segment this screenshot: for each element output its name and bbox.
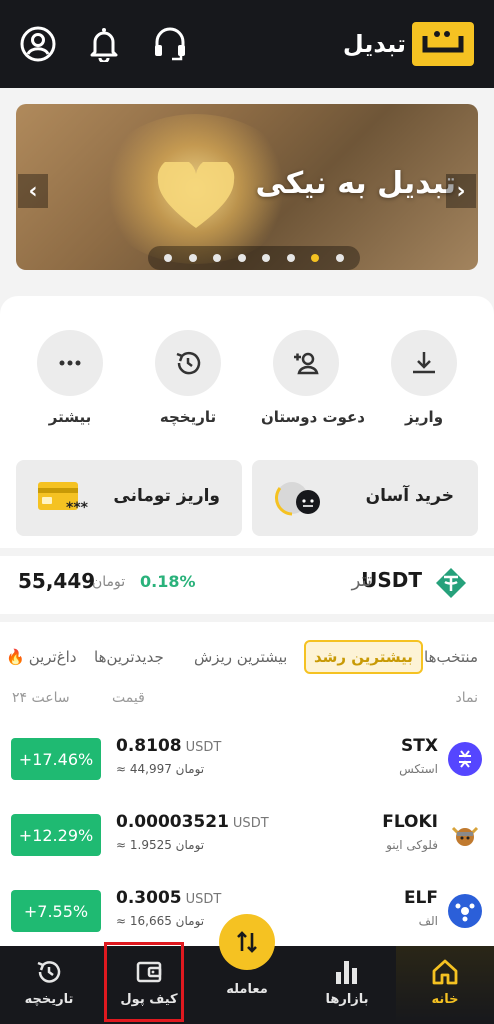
- floki-icon: [448, 818, 482, 852]
- market-price: 0.00003521 USDT: [116, 812, 269, 832]
- quick-action-label: بیشتر: [48, 408, 92, 426]
- market-name: استکس: [399, 762, 438, 776]
- nav-markets-label: بازارها: [325, 992, 369, 1007]
- quick-action-deposit[interactable]: واریز: [379, 330, 469, 426]
- logo-text: تبدیل: [342, 30, 406, 58]
- toman-deposit-label: واریز تومانی: [113, 486, 220, 506]
- quick-action-more[interactable]: بیشتر: [25, 330, 115, 426]
- market-name: الف: [418, 914, 438, 928]
- pagination-dot[interactable]: [164, 254, 173, 262]
- toman-price: ≈ 44,997 تومان: [116, 762, 205, 776]
- banner-prev-button[interactable]: ‹: [18, 174, 48, 208]
- quick-action-invite[interactable]: دعوت دوستان: [261, 330, 365, 426]
- usdt-ticker[interactable]: 55,449 تومان 0.18% USDT تتر: [0, 556, 494, 610]
- bank-card-icon: ***: [38, 480, 90, 518]
- price-unit: USDT: [185, 740, 222, 755]
- profile-icon[interactable]: [18, 24, 58, 64]
- toman-price: ≈ 16,665 تومان: [116, 914, 205, 928]
- pagination-dot[interactable]: [213, 254, 222, 262]
- banner-pagination: [148, 246, 360, 270]
- app-logo: تبدیل: [343, 22, 474, 66]
- usdt-price: 55,449: [18, 569, 96, 593]
- svg-text:***: ***: [66, 500, 89, 514]
- usdt-change: 0.18%: [140, 572, 196, 591]
- change-badge: +7.55%: [11, 890, 101, 932]
- banner-title: تبدیل به نیکی: [255, 166, 456, 201]
- stx-icon: [448, 742, 482, 776]
- tab-newest[interactable]: جدیدترین‌ها: [94, 640, 164, 674]
- pagination-dot[interactable]: [262, 254, 271, 262]
- market-price: 0.8108 USDT: [116, 736, 221, 756]
- banner-next-button[interactable]: ›: [446, 174, 476, 208]
- column-change-24h: ۲۴ ساعت: [12, 690, 70, 706]
- market-symbol: FLOKI: [382, 812, 438, 832]
- pagination-dot[interactable]: [237, 254, 246, 262]
- history-icon: [37, 961, 61, 983]
- market-price: 0.3005 USDT: [116, 888, 221, 908]
- trade-button[interactable]: [219, 914, 275, 970]
- easy-buy-label: خرید آسان: [365, 486, 454, 506]
- pagination-dot[interactable]: [335, 254, 344, 262]
- quick-action-label: واریز: [404, 408, 444, 426]
- bell-icon[interactable]: [84, 24, 124, 64]
- price-value: 0.3005: [116, 888, 182, 908]
- pagination-dot-active[interactable]: [311, 254, 320, 262]
- column-price: قیمت: [112, 690, 145, 706]
- market-tabs: منتخب‌ها بیشترین رشد بیشترین ریزش جدیدتر…: [0, 636, 494, 678]
- logo-mark: [412, 22, 474, 66]
- home-icon: [432, 959, 458, 985]
- toman-deposit-card[interactable]: واریز تومانی ***: [16, 460, 242, 536]
- market-symbol: ELF: [403, 888, 438, 908]
- tab-top-gainers[interactable]: بیشترین رشد: [304, 640, 423, 674]
- price-value: 0.8108: [116, 736, 182, 756]
- app-header: تبدیل: [0, 0, 494, 88]
- usdt-unit: تومان: [92, 574, 126, 590]
- nav-trade-label: معامله: [226, 982, 268, 997]
- heart-icon: [156, 157, 236, 236]
- tab-hot[interactable]: 🔥 داغ‌ترین: [6, 640, 77, 674]
- usdt-name: تتر: [351, 570, 372, 591]
- nav-home[interactable]: خانه: [396, 946, 494, 1024]
- swap-icon: [237, 931, 257, 953]
- price-value: 0.00003521: [116, 812, 229, 832]
- promo-banner[interactable]: تبدیل به نیکی ‹ ›: [16, 104, 478, 270]
- tether-icon: [434, 566, 468, 604]
- nav-home-label: خانه: [431, 992, 459, 1007]
- more-icon: [37, 330, 103, 396]
- market-symbol: STX: [401, 736, 438, 756]
- download-icon: [391, 330, 457, 396]
- pagination-dot[interactable]: [286, 254, 295, 262]
- market-name: فلوکی اینو: [386, 838, 438, 852]
- change-badge: +17.46%: [11, 738, 101, 780]
- tab-hot-label: داغ‌ترین: [28, 648, 77, 666]
- tab-favorites[interactable]: منتخب‌ها: [424, 640, 478, 674]
- easy-buy-icon: [272, 478, 324, 522]
- fire-icon: 🔥: [6, 648, 25, 666]
- nav-history-label: تاریخچه: [24, 992, 74, 1007]
- history-icon: [155, 330, 221, 396]
- column-symbol: نماد: [455, 690, 479, 706]
- market-row[interactable]: +17.46% 0.8108 USDT ≈ 44,997 تومان STX اس…: [0, 736, 494, 806]
- change-badge: +12.29%: [11, 814, 101, 856]
- toman-price: ≈ 1.9525 تومان: [116, 838, 205, 852]
- tab-top-losers[interactable]: بیشترین ریزش: [194, 640, 287, 674]
- quick-action-label: دعوت دوستان: [261, 408, 365, 426]
- nav-history[interactable]: تاریخچه: [0, 946, 98, 1024]
- quick-action-label: تاریخچه: [159, 408, 217, 426]
- easy-buy-card[interactable]: خرید آسان: [252, 460, 478, 536]
- elf-icon: [448, 894, 482, 928]
- bar-chart-icon: [336, 961, 357, 984]
- section-divider: [0, 548, 494, 556]
- headset-icon[interactable]: [150, 24, 190, 64]
- market-row[interactable]: +12.29% 0.00003521 USDT ≈ 1.9525 تومان FL…: [0, 812, 494, 882]
- wallet-highlight-box: [104, 942, 184, 1022]
- nav-markets[interactable]: بازارها: [298, 946, 396, 1024]
- price-unit: USDT: [232, 816, 269, 831]
- pagination-dot[interactable]: [188, 254, 197, 262]
- quick-action-history[interactable]: تاریخچه: [143, 330, 233, 426]
- add-user-icon: [273, 330, 339, 396]
- section-divider: [0, 614, 494, 622]
- price-unit: USDT: [185, 892, 222, 907]
